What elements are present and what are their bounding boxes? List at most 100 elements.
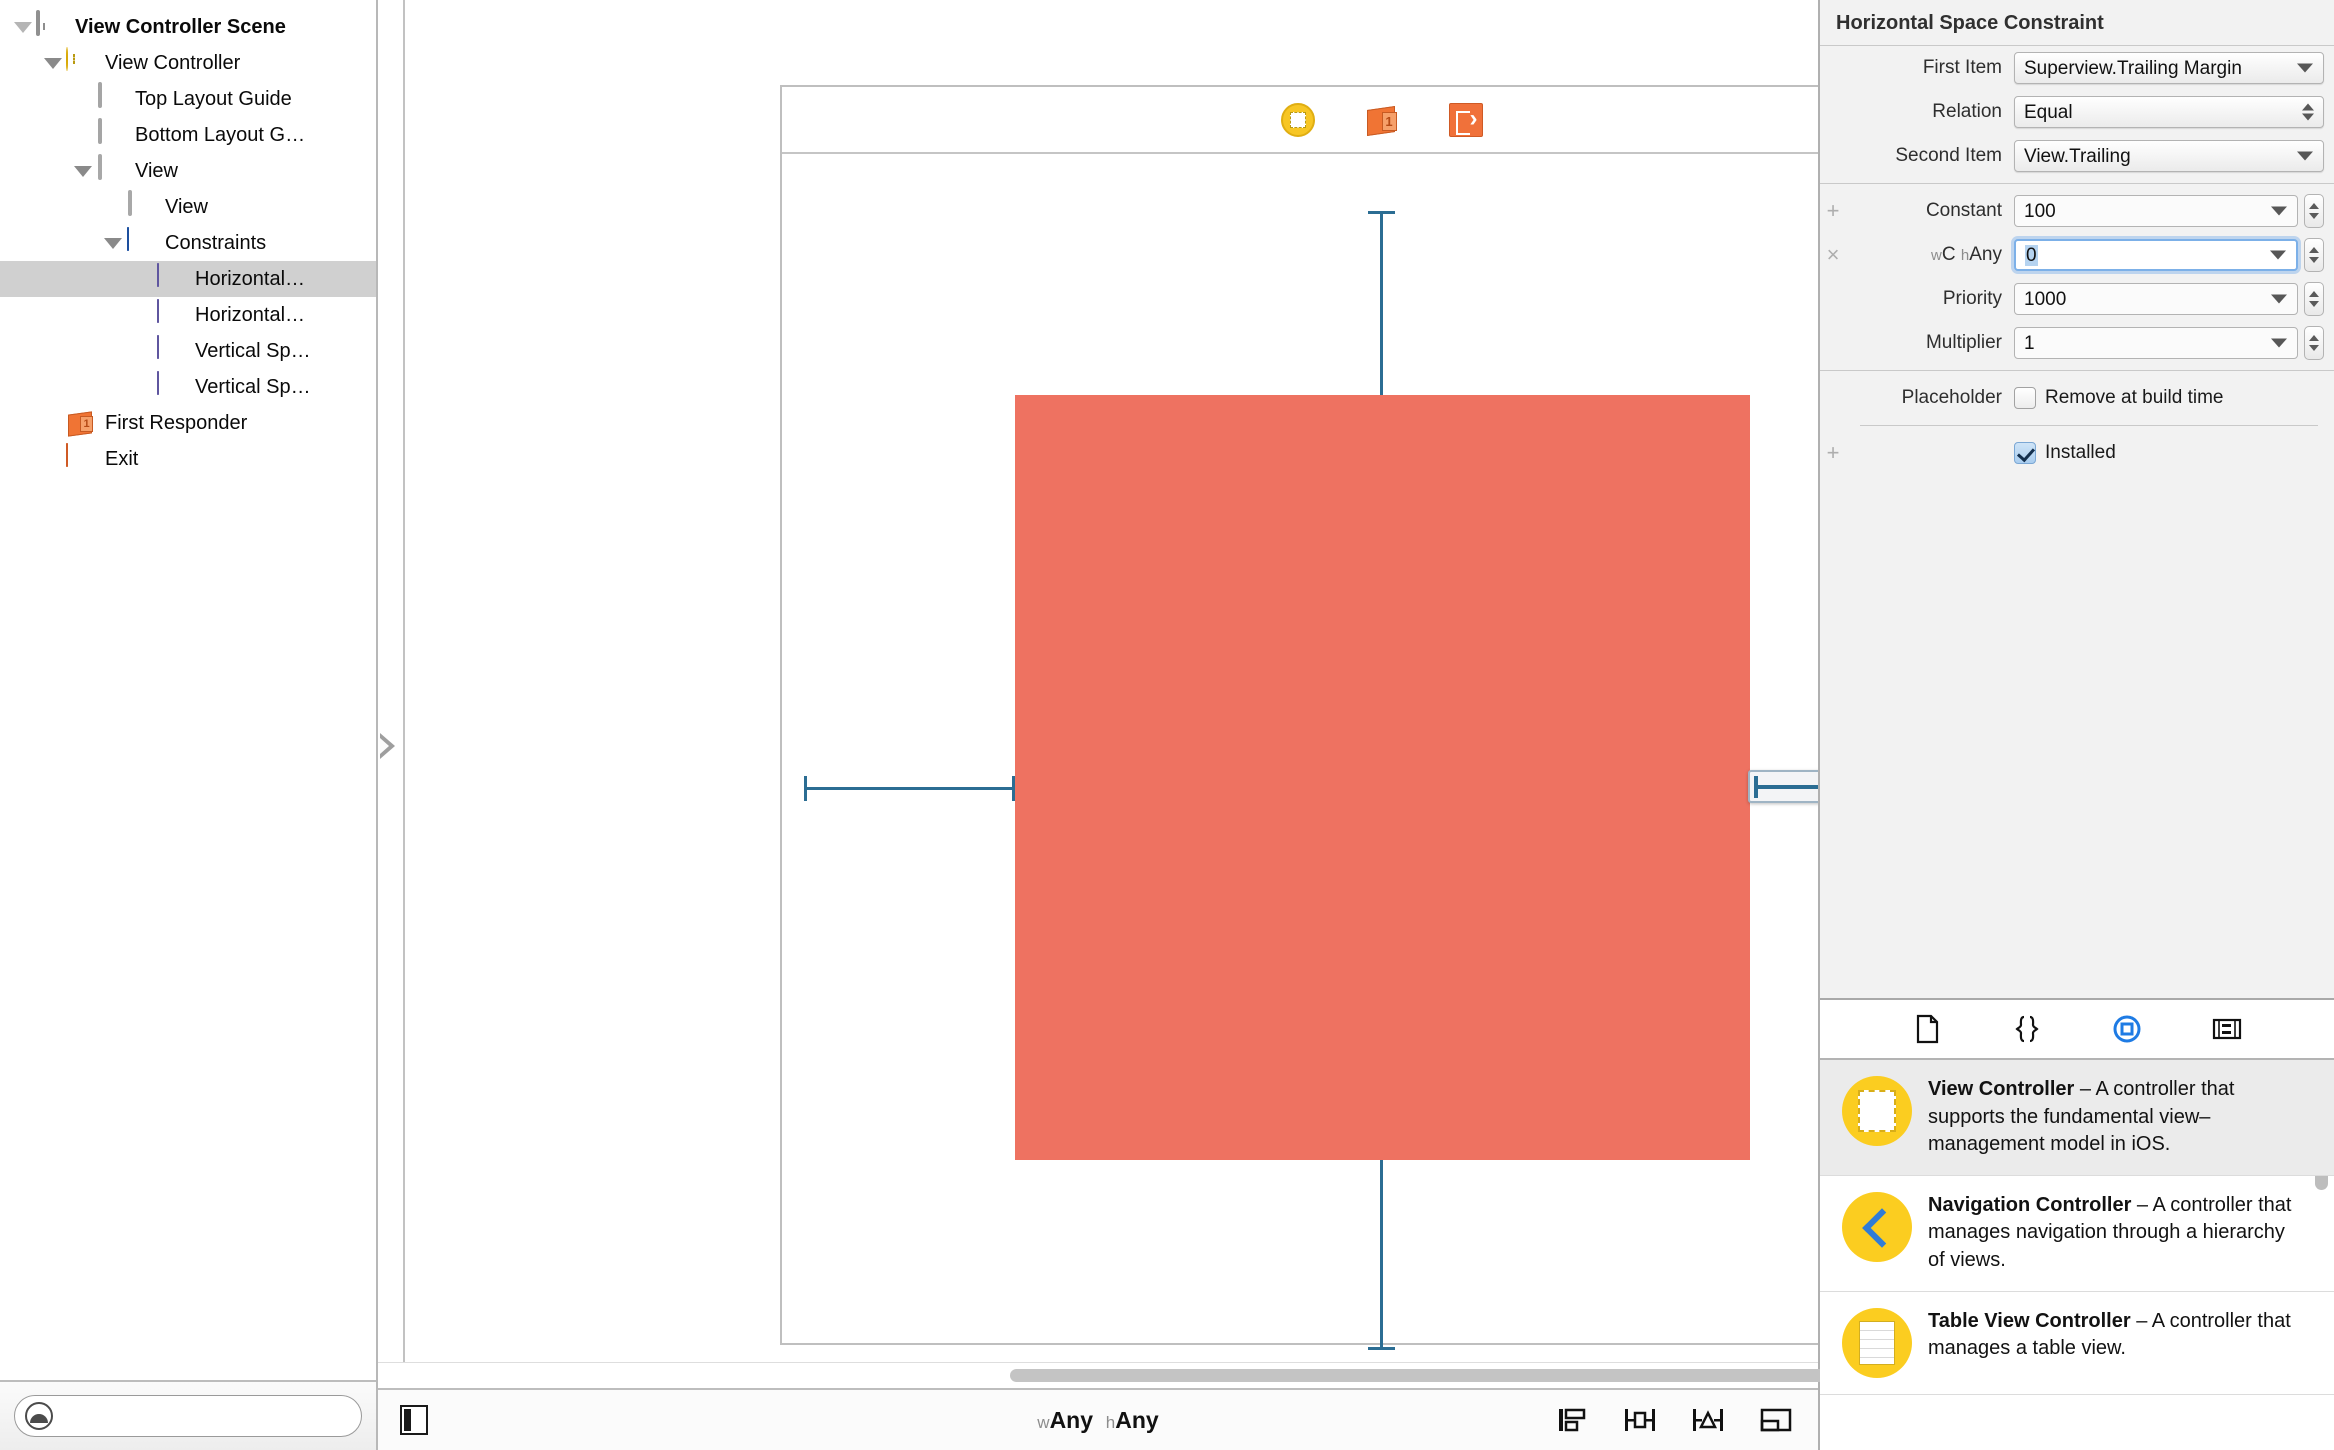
relation-label: Relation <box>1846 101 2014 123</box>
size-class-width-key: w <box>1037 1413 1049 1432</box>
outline-row-horizontal[interactable]: Horizontal… <box>0 297 376 333</box>
variation-width-value: C <box>1942 244 1956 265</box>
outline-row-label: Top Layout Guide <box>135 89 292 109</box>
outline-row-view-controller-scene[interactable]: View Controller Scene <box>0 9 376 45</box>
vertical-space-constraint-bottom[interactable] <box>1380 1160 1383 1350</box>
scene-canvas-body[interactable] <box>782 154 1818 1341</box>
outline-filter-field[interactable] <box>14 1395 362 1437</box>
library-item-title: Navigation Controller <box>1928 1194 2131 1216</box>
twisty-spacer <box>130 261 156 297</box>
library-item[interactable]: Navigation Controller – A controller tha… <box>1820 1176 2334 1292</box>
multiplier-stepper[interactable] <box>2304 326 2324 360</box>
second-item-popup[interactable]: View.Trailing <box>2014 140 2324 172</box>
outline-row-vertical-sp[interactable]: Vertical Sp… <box>0 369 376 405</box>
view-controller-library-icon <box>1842 1076 1912 1146</box>
view-icon <box>126 192 156 222</box>
variation-constant-stepper[interactable] <box>2304 238 2324 272</box>
resolve-auto-layout-issues-icon[interactable] <box>1688 1404 1728 1436</box>
canvas-horizontal-scrollbar[interactable] <box>378 1362 1818 1388</box>
outline-row-label: Horizontal… <box>195 305 305 325</box>
disclosure-triangle-icon[interactable] <box>40 45 66 81</box>
outline-row-label: View Controller Scene <box>75 17 286 37</box>
horizontal-space-constraint-left[interactable] <box>804 787 1015 790</box>
document-outline-tree[interactable]: View Controller Scene View Controller Top … <box>0 0 376 1380</box>
outline-filter-input[interactable] <box>53 1406 361 1427</box>
divider <box>1860 425 2318 426</box>
add-installed-variation-icon[interactable]: + <box>1820 442 1846 464</box>
variation-height-key: h <box>1961 247 1969 264</box>
disclosure-triangle-icon[interactable] <box>10 9 36 45</box>
variation-constant-field[interactable]: 0 <box>2014 239 2298 271</box>
object-library-icon[interactable] <box>2109 1011 2145 1047</box>
embed-in-icon[interactable] <box>1756 1404 1796 1436</box>
scene-dock <box>782 87 1818 154</box>
twisty-spacer <box>130 333 156 369</box>
first-responder-icon[interactable] <box>1365 103 1399 137</box>
second-item-row: Second Item View.Trailing <box>1820 134 2334 178</box>
object-library-list[interactable]: View Controller – A controller that supp… <box>1820 1060 2334 1450</box>
outline-row-constraints[interactable]: Constraints <box>0 225 376 261</box>
add-variation-icon[interactable]: + <box>1820 200 1846 222</box>
multiplier-field[interactable]: 1 <box>2014 327 2298 359</box>
priority-label: Priority <box>1846 288 2014 310</box>
code-snippet-library-icon[interactable] <box>2009 1011 2045 1047</box>
outline-row-label: Vertical Sp… <box>195 341 311 361</box>
relation-popup[interactable]: Equal <box>2014 96 2324 128</box>
view-controller-scene[interactable] <box>780 85 1818 1345</box>
outline-row-horizontal[interactable]: Horizontal… <box>0 261 376 297</box>
outline-row-top-layout-guide[interactable]: Top Layout Guide <box>0 81 376 117</box>
outline-row-bottom-layout-g[interactable]: Bottom Layout G… <box>0 117 376 153</box>
outline-row-view[interactable]: View <box>0 189 376 225</box>
filter-icon <box>25 1402 53 1430</box>
interface-builder-canvas[interactable] <box>378 0 1818 1362</box>
disclosure-triangle-icon[interactable] <box>70 153 96 189</box>
view-controller-icon[interactable] <box>1281 103 1315 137</box>
twisty-spacer <box>70 117 96 153</box>
remove-variation-icon[interactable]: × <box>1820 244 1846 266</box>
outline-row-label: Vertical Sp… <box>195 377 311 397</box>
exit-icon[interactable] <box>1449 103 1483 137</box>
exit-icon <box>66 444 96 474</box>
constraint-tick-left-b <box>1012 776 1015 801</box>
constant-stepper[interactable] <box>2304 194 2324 228</box>
size-class-height-key: h <box>1106 1413 1115 1432</box>
disclosure-triangle-icon[interactable] <box>100 225 126 261</box>
outline-row-view[interactable]: View <box>0 153 376 189</box>
library-item[interactable]: Table View Controller – A controller tha… <box>1820 1292 2334 1395</box>
canvas-left-rule <box>403 0 405 1362</box>
selected-subview[interactable] <box>1015 395 1750 1160</box>
vertical-space-constraint-top[interactable] <box>1380 211 1383 395</box>
outline-row-label: View <box>135 161 178 181</box>
priority-field[interactable]: 1000 <box>2014 283 2298 315</box>
align-icon[interactable] <box>1552 1404 1592 1436</box>
installed-checkbox[interactable] <box>2014 442 2036 464</box>
outline-row-view-controller[interactable]: View Controller <box>0 45 376 81</box>
outline-row-label: First Responder <box>105 413 247 433</box>
first-item-popup[interactable]: Superview.Trailing Margin <box>2014 52 2324 84</box>
outline-row-vertical-sp[interactable]: Vertical Sp… <box>0 333 376 369</box>
constant-row: + Constant 100 <box>1820 189 2334 233</box>
installed-label: Installed <box>2045 442 2116 464</box>
library-item-text: View Controller – A controller that supp… <box>1928 1076 2300 1159</box>
variation-width-key: w <box>1931 247 1942 264</box>
priority-stepper[interactable] <box>2304 282 2324 316</box>
canvas-expand-arrow-icon[interactable] <box>380 733 400 759</box>
twisty-spacer <box>100 189 126 225</box>
outline-row-exit[interactable]: Exit <box>0 441 376 477</box>
chevron-down-icon <box>2297 64 2313 73</box>
outline-row-label: View Controller <box>105 53 240 73</box>
remove-at-build-time-checkbox[interactable] <box>2014 387 2036 409</box>
vertical-constraint-icon <box>156 336 186 366</box>
outline-row-first-responder[interactable]: First Responder <box>0 405 376 441</box>
constraint-bar <box>1756 785 1818 789</box>
up-down-chevrons-icon <box>2302 104 2314 121</box>
pin-icon[interactable] <box>1620 1404 1660 1436</box>
chevron-down-icon <box>2271 339 2287 348</box>
first-item-label: First Item <box>1846 57 2014 79</box>
horizontal-space-constraint-selected[interactable] <box>1748 770 1818 803</box>
media-library-icon[interactable] <box>2209 1011 2245 1047</box>
constant-field[interactable]: 100 <box>2014 195 2298 227</box>
file-template-library-icon[interactable] <box>1909 1011 1945 1047</box>
library-item[interactable]: View Controller – A controller that supp… <box>1820 1060 2334 1176</box>
multiplier-label: Multiplier <box>1846 332 2014 354</box>
